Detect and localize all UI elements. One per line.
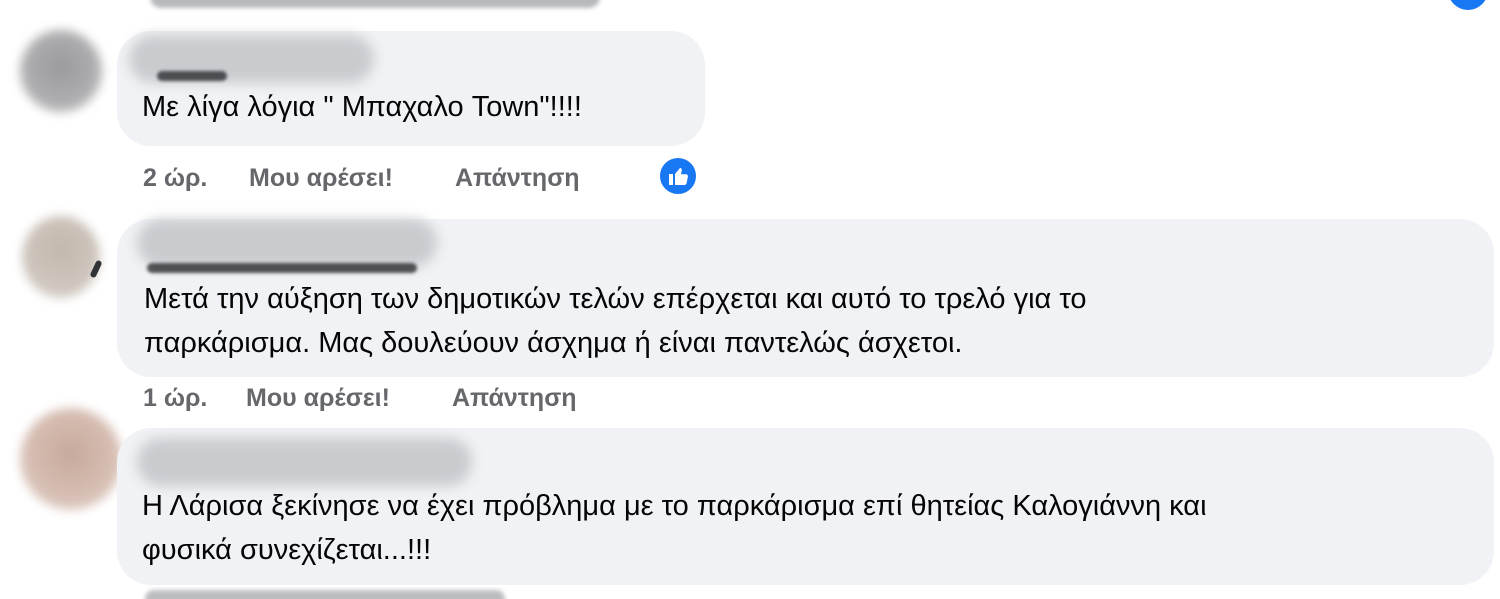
reaction-icon-cutoff — [1448, 0, 1488, 10]
comment-bubble: Μετά την αύξηση των δημοτικών τελών επέρ… — [117, 219, 1494, 377]
comment-text-line: Η Λάρισα ξεκίνησε να έχει πρόβλημα με το… — [142, 490, 1207, 522]
comment-text: Η Λάρισα ξεκίνησε να έχει πρόβλημα με το… — [142, 484, 1207, 572]
like-button[interactable]: Μου αρέσει! — [249, 164, 393, 193]
previous-comment-meta-cutoff — [150, 0, 600, 8]
comment-text: Μετά την αύξηση των δημοτικών τελών επέρ… — [144, 277, 1087, 365]
avatar[interactable] — [20, 408, 122, 510]
comment-bubble: Η Λάρισα ξεκίνησε να έχει πρόβλημα με το… — [117, 428, 1494, 585]
reply-button[interactable]: Απάντηση — [455, 164, 580, 193]
comment-text-line: φυσικά συνεχίζεται...!!! — [142, 534, 432, 566]
author-name-fragment — [147, 263, 417, 273]
comment-text-line: Μετά την αύξηση των δημοτικών τελών επέρ… — [144, 283, 1087, 315]
comment-bubble: Με λίγα λόγια " Μπαχαλο Town"!!!! — [117, 31, 705, 146]
comment-text-line: παρκάρισμα. Μας δουλεύουν άσχημα ή είναι… — [144, 327, 963, 359]
author-name-blurred[interactable] — [137, 219, 437, 267]
reply-button[interactable]: Απάντηση — [452, 384, 577, 413]
thumbs-up-icon[interactable] — [658, 156, 698, 196]
like-button[interactable]: Μου αρέσει! — [246, 384, 390, 413]
avatar[interactable] — [22, 216, 100, 298]
author-name-blurred[interactable] — [137, 438, 472, 486]
comment-text-line: Με λίγα λόγια " Μπαχαλο Town"!!!! — [142, 91, 582, 123]
comment-timestamp[interactable]: 1 ώρ. — [143, 384, 207, 413]
comment-actions-cutoff — [145, 590, 505, 599]
comment-text: Με λίγα λόγια " Μπαχαλο Town"!!!! — [142, 85, 582, 129]
avatar[interactable] — [20, 30, 102, 112]
author-name-fragment — [157, 71, 227, 81]
comments-thread: Με λίγα λόγια " Μπαχαλο Town"!!!! 2 ώρ. … — [0, 0, 1500, 599]
comment-timestamp[interactable]: 2 ώρ. — [143, 164, 207, 193]
